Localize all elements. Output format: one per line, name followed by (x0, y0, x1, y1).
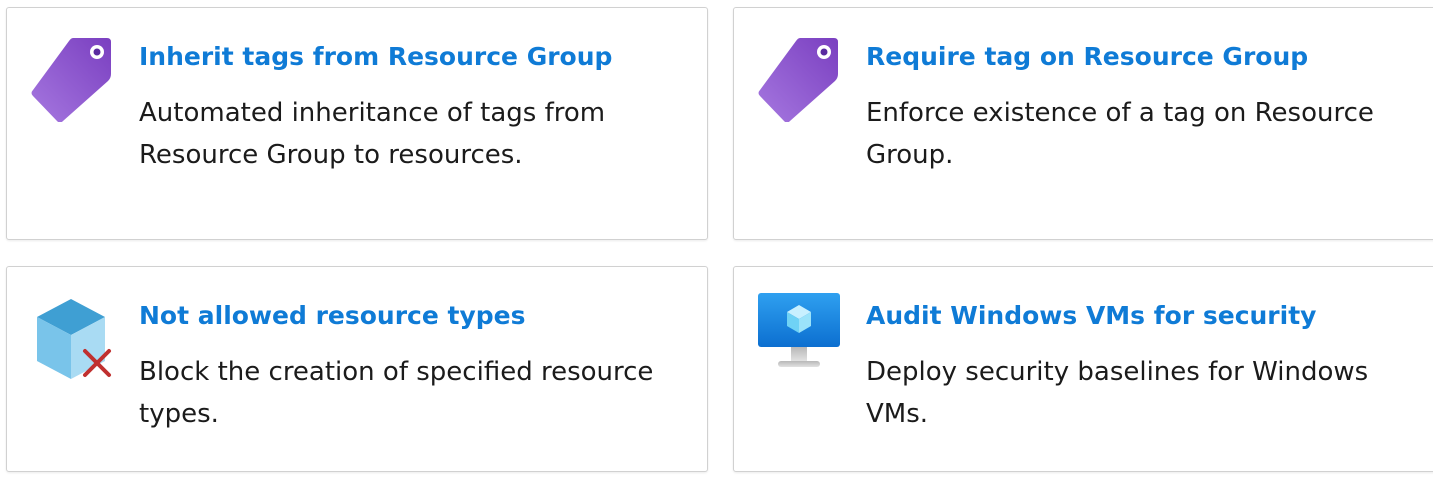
purple-tag-icon (756, 30, 842, 122)
policy-card-require-tag[interactable]: Require tag on Resource Group Enforce ex… (733, 7, 1433, 240)
policy-card-not-allowed-types[interactable]: Not allowed resource types Block the cre… (6, 266, 708, 472)
card-title[interactable]: Audit Windows VMs for security (866, 301, 1316, 330)
card-description: Enforce existence of a tag on Resource G… (866, 98, 1374, 170)
card-title[interactable]: Inherit tags from Resource Group (139, 42, 612, 71)
virtual-machine-monitor-icon (756, 289, 842, 381)
policy-card-inherit-tags[interactable]: Inherit tags from Resource Group Automat… (6, 7, 708, 240)
card-title[interactable]: Not allowed resource types (139, 301, 526, 330)
card-description: Deploy security baselines for Windows VM… (866, 357, 1369, 429)
purple-tag-icon (29, 30, 115, 122)
blocked-cube-icon (29, 289, 115, 381)
policy-card-grid: Inherit tags from Resource Group Automat… (0, 0, 1433, 500)
card-description: Block the creation of specified resource… (139, 357, 654, 429)
card-title[interactable]: Require tag on Resource Group (866, 42, 1308, 71)
card-description: Automated inheritance of tags from Resou… (139, 98, 606, 170)
policy-card-audit-windows-vms[interactable]: Audit Windows VMs for security Deploy se… (733, 266, 1433, 472)
